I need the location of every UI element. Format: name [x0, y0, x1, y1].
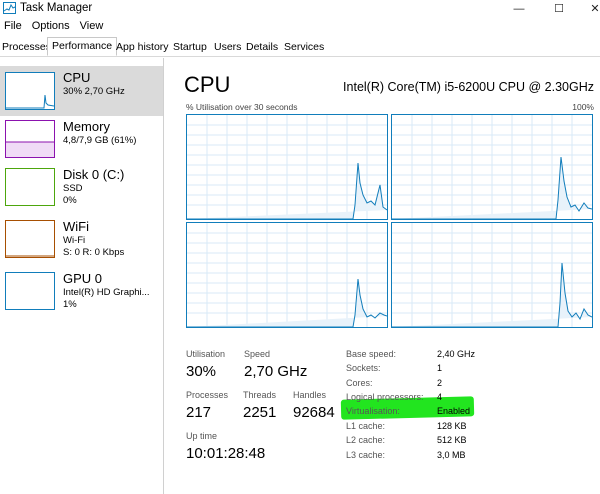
tab-startup[interactable]: Startup [173, 39, 207, 55]
processes-label: Processes [186, 390, 229, 400]
sidebar-item-memory[interactable]: Memory 4,8/7,9 GB (61%) [0, 116, 163, 166]
page-title: CPU [184, 72, 231, 97]
menu-file[interactable]: File [0, 18, 28, 35]
l2-cache-value: 512 KB [437, 435, 467, 445]
sidebar-item-wifi-title: WiFi [63, 219, 89, 234]
l3-cache-value: 3,0 MB [437, 450, 466, 460]
sidebar-item-memory-title: Memory [63, 119, 110, 134]
disk-thumbnail-icon [5, 168, 55, 206]
processes-value: 217 [186, 404, 212, 421]
l3-cache-label: L3 cache: [346, 450, 386, 460]
menu-options[interactable]: Options [28, 18, 76, 35]
virtualisation-value: Enabled [437, 406, 471, 416]
cpu-graph-core-0 [186, 114, 388, 220]
logical-processors-value: 4 [437, 392, 443, 402]
logical-processors-label: Logical processors: [346, 392, 424, 402]
sidebar-item-disk-title: Disk 0 (C:) [63, 167, 125, 182]
memory-thumbnail-icon [5, 120, 55, 158]
speed-label: Speed [244, 349, 271, 359]
sidebar-item-cpu-detail: 30% 2,70 GHz [63, 86, 125, 97]
sidebar-item-wifi-throughput: S: 0 R: 0 Kbps [63, 247, 125, 258]
threads-value: 2251 [243, 404, 277, 421]
resource-sidebar: CPU 30% 2,70 GHz Memory 4,8/7,9 GB (61%)… [0, 58, 164, 494]
sidebar-item-gpu-title: GPU 0 [63, 271, 103, 286]
sidebar-item-disk-usage: 0% [63, 195, 77, 206]
cpu-graph-core-3 [391, 222, 593, 328]
cpu-graph-core-0-plot [187, 115, 387, 219]
tab-app-history[interactable]: App history [116, 39, 169, 55]
sockets-label: Sockets: [346, 363, 381, 373]
uptime-label: Up time [186, 431, 218, 441]
uptime-value: 10:01:28:48 [186, 445, 266, 462]
cpu-graph-core-3-plot [392, 223, 592, 327]
l1-cache-value: 128 KB [437, 421, 467, 431]
close-button[interactable]: ✕ [575, 0, 600, 17]
sidebar-item-disk-type: SSD [63, 183, 83, 194]
cpu-graph-core-1-plot [392, 115, 592, 219]
tab-processes[interactable]: Processes [2, 39, 51, 55]
sidebar-item-gpu-model: Intel(R) HD Graphi... [63, 287, 150, 298]
menu-bar: File Options View [0, 18, 109, 35]
sidebar-item-memory-detail: 4,8/7,9 GB (61%) [63, 135, 137, 146]
speed-value: 2,70 GHz [244, 363, 308, 380]
cpu-graph-core-1 [391, 114, 593, 220]
sidebar-item-gpu[interactable]: GPU 0 Intel(R) HD Graphi... 1% [0, 270, 163, 320]
tab-bar: Processes Performance App history Startu… [0, 37, 600, 57]
cpu-detail-panel: CPU Intel(R) Core(TM) i5-6200U CPU @ 2.3… [165, 58, 600, 494]
cores-label: Cores: [346, 378, 373, 388]
tab-performance[interactable]: Performance [47, 37, 118, 56]
graph-axis-label: % Utilisation over 30 seconds [186, 102, 298, 112]
tab-details[interactable]: Details [246, 39, 278, 55]
sidebar-item-wifi-adapter: Wi-Fi [63, 235, 86, 246]
gpu-thumbnail-icon [5, 272, 55, 310]
utilisation-value: 30% [186, 363, 217, 380]
cpu-thumbnail-icon [5, 72, 55, 110]
title-bar[interactable]: Task Manager — ☐ ✕ [0, 0, 600, 17]
maximize-button[interactable]: ☐ [539, 0, 579, 17]
tab-users[interactable]: Users [214, 39, 241, 55]
task-manager-app-icon [3, 2, 16, 14]
base-speed-value: 2,40 GHz [437, 349, 476, 359]
sidebar-item-cpu[interactable]: CPU 30% 2,70 GHz [0, 66, 163, 116]
window-title: Task Manager [20, 2, 93, 14]
graph-max-label: 100% [572, 102, 594, 112]
threads-label: Threads [243, 390, 277, 400]
sockets-value: 1 [437, 363, 443, 373]
cores-value: 2 [437, 378, 443, 388]
sidebar-item-gpu-usage: 1% [63, 299, 77, 310]
minimize-button[interactable]: — [499, 0, 539, 17]
l2-cache-label: L2 cache: [346, 435, 386, 445]
tab-services[interactable]: Services [284, 39, 324, 55]
cpu-model-name: Intel(R) Core(TM) i5-6200U CPU @ 2.30GHz [343, 80, 594, 94]
base-speed-label: Base speed: [346, 349, 397, 359]
sidebar-item-cpu-title: CPU [63, 70, 91, 85]
virtualisation-label: Virtualisation: [346, 406, 400, 416]
handles-label: Handles [293, 390, 327, 400]
sidebar-item-disk[interactable]: Disk 0 (C:) SSD 0% [0, 166, 163, 216]
cpu-graph-core-2 [186, 222, 388, 328]
l1-cache-label: L1 cache: [346, 421, 386, 431]
sidebar-item-wifi[interactable]: WiFi Wi-Fi S: 0 R: 0 Kbps [0, 218, 163, 268]
handles-value: 92684 [293, 404, 335, 421]
menu-view[interactable]: View [76, 18, 110, 35]
cpu-graph-core-2-plot [187, 223, 387, 327]
wifi-thumbnail-icon [5, 220, 55, 258]
utilisation-label: Utilisation [186, 349, 226, 359]
